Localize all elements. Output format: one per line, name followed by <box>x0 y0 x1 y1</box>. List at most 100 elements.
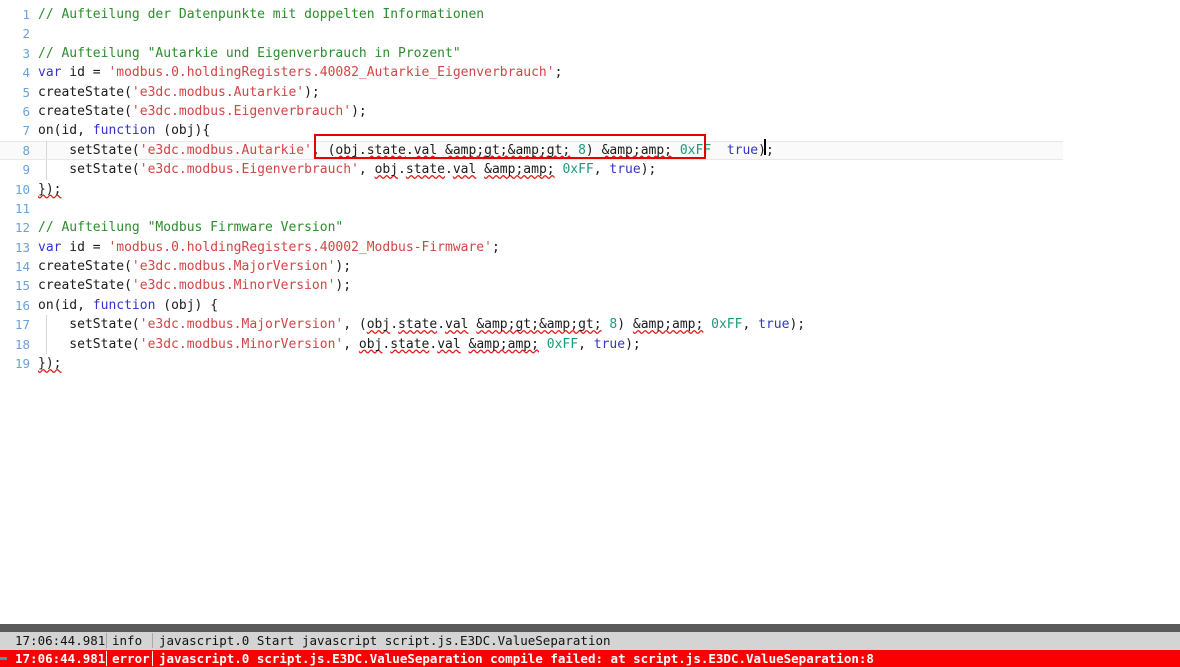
code-token-string: 'modbus.0.holdingRegisters.40002_Modbus-… <box>108 239 492 255</box>
code-line-text: createState('e3dc.modbus.MinorVersion'); <box>38 276 351 295</box>
code-line[interactable]: 3 // Aufteilung "Autarkie und Eigenverbra… <box>0 44 1180 63</box>
code-line-text: setState('e3dc.modbus.MajorVersion', (ob… <box>38 315 805 334</box>
editor-minimap[interactable] <box>1063 0 1180 624</box>
code-token-plain: obj <box>366 317 391 333</box>
code-token-plain: . <box>398 162 406 178</box>
log-panel[interactable]: 17:06:44.981 info javascript.0 Start javas… <box>0 632 1180 667</box>
code-token-string: 'e3dc.modbus.MajorVersion' <box>139 317 344 333</box>
code-line[interactable]: 11 <box>0 199 1180 218</box>
code-token-plain: setState( <box>38 317 140 333</box>
log-row-info[interactable]: 17:06:44.981 info javascript.0 Start javas… <box>0 632 1180 650</box>
code-token-plain: state <box>398 317 438 333</box>
log-message: javascript.0 Start javascript script.js.… <box>159 633 611 649</box>
code-token-plain: &amp;amp; <box>601 142 673 158</box>
log-timestamp: 17:06:44.981 <box>10 650 107 666</box>
code-line[interactable]: 5 createState('e3dc.modbus.Autarkie'); <box>0 83 1180 102</box>
log-severity: error <box>107 650 153 666</box>
log-row-marker-icon <box>0 650 10 667</box>
code-line-text: on(id, function (obj) { <box>38 296 218 315</box>
code-line-text: setState('e3dc.modbus.Eigenverbrauch', o… <box>38 160 656 179</box>
code-token-string: 'e3dc.modbus.Eigenverbrauch' <box>139 162 359 178</box>
code-token-plain: id = <box>61 65 109 81</box>
code-token-number: 0xFF <box>546 336 579 352</box>
code-token-plain: createState( <box>38 84 132 100</box>
code-token-plain: createState( <box>38 259 132 275</box>
code-token-plain: (obj){ <box>155 123 211 139</box>
code-token-plain: obj <box>374 162 399 178</box>
line-number: 18 <box>14 336 30 352</box>
line-number: 15 <box>14 278 30 294</box>
code-token-plain: , <box>358 162 375 178</box>
code-token-plain: }); <box>38 181 62 197</box>
code-line-text: createState('e3dc.modbus.Autarkie'); <box>38 83 320 102</box>
code-line[interactable]: 14 createState('e3dc.modbus.MajorVersion'… <box>0 257 1180 276</box>
log-row-error[interactable]: 17:06:44.981 error javascript.0 script.js.… <box>0 649 1180 667</box>
code-token-plain: . <box>358 142 367 158</box>
code-token-plain: id = <box>61 239 109 255</box>
code-token-plain: state <box>390 336 430 352</box>
code-line[interactable]: 12 // Aufteilung "Modbus Firmware Version… <box>0 218 1180 237</box>
line-number: 5 <box>22 84 30 100</box>
code-line[interactable]: 16 on(id, function (obj) { <box>0 296 1180 315</box>
code-lines-container[interactable]: 1 // Aufteilung der Datenpunkte mit doppe… <box>0 0 1180 373</box>
code-token-string: 'modbus.0.holdingRegisters.40082_Autarki… <box>108 65 555 81</box>
code-token-plain: , ( <box>343 317 367 333</box>
code-line-text: // Aufteilung "Autarkie und Eigenverbrau… <box>38 44 461 63</box>
line-number: 3 <box>22 45 30 61</box>
code-token-plain: ); <box>640 162 657 178</box>
code-token-plain: ) <box>617 317 633 333</box>
code-token-plain: ) <box>585 142 602 158</box>
code-token-plain: val <box>452 162 477 178</box>
code-line[interactable]: 1 // Aufteilung der Datenpunkte mit doppe… <box>0 5 1180 24</box>
code-token-string: 'e3dc.modbus.MajorVersion' <box>131 259 336 275</box>
code-token-string: 'e3dc.modbus.Autarkie' <box>139 142 312 158</box>
code-token-plain: ); <box>789 317 806 333</box>
code-line-text: var id = 'modbus.0.holdingRegisters.4000… <box>38 238 500 257</box>
code-token-plain: , <box>578 336 594 352</box>
line-number: 7 <box>22 123 30 139</box>
code-line[interactable]: 13 var id = 'modbus.0.holdingRegisters.40… <box>0 238 1180 257</box>
code-token-bool: true <box>609 162 641 178</box>
code-line-text: on(id, function (obj){ <box>38 121 210 140</box>
code-token-string: 'e3dc.modbus.MinorVersion' <box>131 278 336 294</box>
code-line[interactable]: 7 on(id, function (obj){ <box>0 121 1180 140</box>
code-token-keyword: function <box>92 123 156 139</box>
code-editor[interactable]: 1 // Aufteilung der Datenpunkte mit doppe… <box>0 0 1180 624</box>
code-line[interactable]: 18 setState('e3dc.modbus.MinorVersion', … <box>0 334 1180 355</box>
code-line[interactable]: 2 <box>0 24 1180 43</box>
code-token-plain: . <box>390 317 399 333</box>
code-token-bool: true <box>726 142 759 158</box>
code-line[interactable]: 17 setState('e3dc.modbus.MajorVersion', … <box>0 315 1180 335</box>
code-token-comment: // Aufteilung der Datenpunkte mit doppel… <box>38 7 485 22</box>
code-line[interactable]: 19}); <box>0 354 1180 373</box>
code-line[interactable]: 4 var id = 'modbus.0.holdingRegisters.400… <box>0 63 1180 82</box>
code-token-plain: setState( <box>38 142 140 158</box>
line-number: 8 <box>22 142 30 158</box>
line-number: 6 <box>22 103 30 119</box>
code-token-plain: ); <box>758 142 774 158</box>
line-number: 10 <box>14 181 30 197</box>
code-line-text: var id = 'modbus.0.holdingRegisters.4008… <box>38 63 562 82</box>
code-line[interactable]: 9 setState('e3dc.modbus.Eigenverbrauch',… <box>0 160 1180 180</box>
text-caret <box>764 139 766 155</box>
code-token-plain: ; <box>491 239 500 255</box>
code-token-comment: // Aufteilung "Autarkie und Eigenverbrau… <box>38 45 461 61</box>
code-token-bool: true <box>758 317 790 333</box>
code-token-keyword: var <box>38 65 62 81</box>
code-token-number: 8 <box>578 142 586 158</box>
line-number: 17 <box>14 317 30 333</box>
code-token-plain: &amp;amp; <box>468 336 539 352</box>
code-line[interactable]: 15 createState('e3dc.modbus.MinorVersion'… <box>0 276 1180 295</box>
code-line[interactable]: 10}); <box>0 180 1180 199</box>
code-line[interactable]: 8 setState('e3dc.modbus.Autarkie', (obj.… <box>0 140 1180 161</box>
code-token-plain: &amp;amp; <box>484 162 555 178</box>
code-line[interactable]: 6 createState('e3dc.modbus.Eigenverbrauch… <box>0 102 1180 121</box>
code-token-plain: val <box>437 336 461 352</box>
